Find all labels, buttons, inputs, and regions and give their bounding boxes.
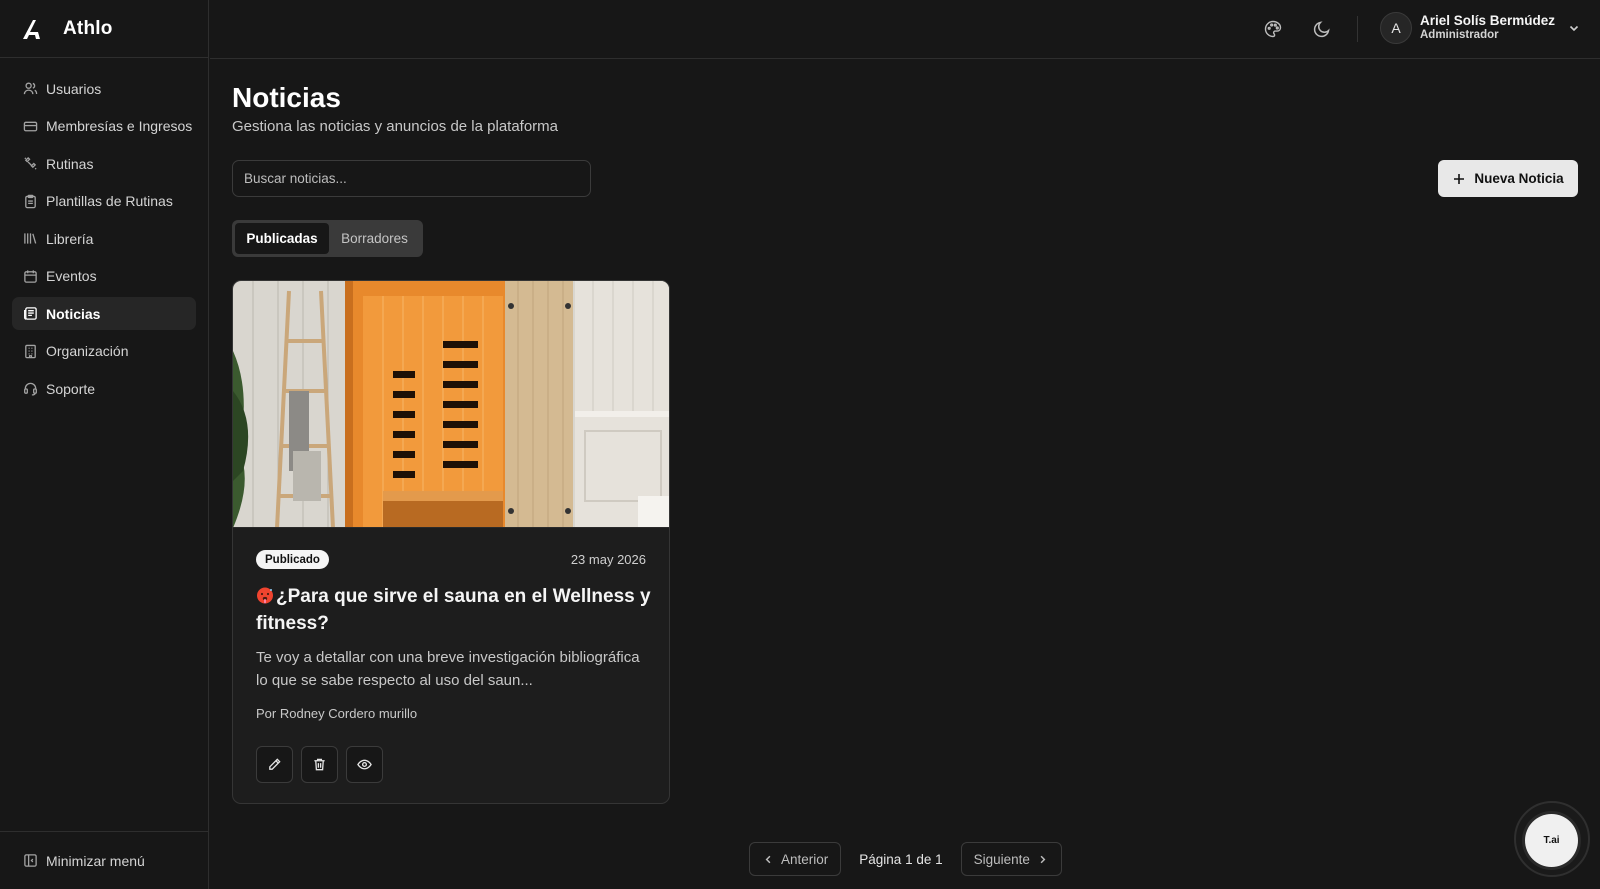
- next-page-button[interactable]: Siguiente: [960, 842, 1062, 876]
- user-menu[interactable]: A Ariel Solís Bermúdez Administrador: [1380, 12, 1581, 44]
- sidebar-item-label: Soporte: [46, 380, 96, 397]
- chevron-down-icon: [1569, 25, 1579, 32]
- palette-icon[interactable]: [1263, 19, 1283, 39]
- avatar: A: [1380, 12, 1412, 44]
- users-icon: [23, 82, 38, 95]
- prev-page-label: Anterior: [781, 851, 829, 867]
- header-divider: [1357, 16, 1358, 42]
- sidebar-item-label: Eventos: [46, 268, 97, 284]
- sidebar-item-label: Membresías e Ingresos: [46, 118, 193, 134]
- sidebar-item-label: Organización: [46, 343, 129, 359]
- pencil-icon: [269, 758, 281, 770]
- sidebar-item-libreria[interactable]: Librería: [12, 222, 196, 255]
- next-page-label: Siguiente: [973, 851, 1030, 867]
- user-info: Ariel Solís Bermúdez Administrador: [1420, 13, 1555, 43]
- user-name: Ariel Solís Bermúdez: [1420, 13, 1556, 28]
- view-button[interactable]: [346, 746, 383, 783]
- topbar: A Ariel Solís Bermúdez Administrador: [210, 0, 1600, 59]
- sauna-photo: [233, 281, 669, 527]
- sidebar-item-label: Rutinas: [46, 155, 94, 172]
- search-input[interactable]: [232, 160, 591, 197]
- calendar-icon: [24, 269, 37, 283]
- prev-page-button[interactable]: Anterior: [749, 842, 842, 876]
- sidebar-item-soporte[interactable]: Soporte: [12, 372, 196, 405]
- page-subtitle: Gestiona las noticias y anuncios de la p…: [232, 118, 559, 135]
- news-excerpt: Te voy a detallar con una breve investig…: [256, 649, 640, 689]
- chevron-left-icon: [765, 855, 771, 863]
- new-news-label: Nueva Noticia: [1474, 171, 1564, 186]
- status-badge: Publicado: [256, 550, 329, 569]
- sidebar-item-membresias[interactable]: Membresías e Ingresos: [12, 110, 196, 143]
- sidebar-item-eventos[interactable]: Eventos: [12, 260, 196, 293]
- brand[interactable]: Athlo: [0, 0, 208, 58]
- sidebar-item-organizacion[interactable]: Organización: [12, 335, 196, 368]
- pagination: Anterior Página 1 de 1 Siguiente: [749, 842, 1062, 876]
- sidebar-nav: Usuarios Membresías e Ingresos Rutinas P…: [0, 58, 208, 405]
- sidebar-item-usuarios[interactable]: Usuarios: [12, 72, 196, 105]
- page-indicator: Página 1 de 1: [859, 851, 943, 867]
- library-icon: [24, 233, 37, 244]
- moon-icon[interactable]: [1312, 19, 1332, 39]
- page-title: Noticias: [232, 82, 341, 113]
- sidebar-item-rutinas[interactable]: Rutinas: [12, 147, 196, 180]
- news-date: 23 may 2026: [570, 552, 646, 567]
- dumbbell-icon: [24, 156, 37, 170]
- panel-left-icon: [24, 854, 37, 867]
- eye-icon: [357, 759, 372, 770]
- sidebar-item-label: Usuarios: [46, 80, 102, 97]
- newspaper-icon: [24, 307, 37, 320]
- trash-icon: [314, 758, 325, 771]
- plus-icon: [1454, 173, 1465, 184]
- news-card[interactable]: Publicado 23 may 2026 ¿Para que sirve el…: [232, 280, 670, 804]
- news-author: Por Rodney Cordero murillo: [256, 706, 418, 721]
- sidebar-item-label: Plantillas de Rutinas: [46, 193, 173, 209]
- delete-button[interactable]: [301, 746, 338, 783]
- tab-borradores[interactable]: Borradores: [329, 223, 420, 254]
- edit-button[interactable]: [256, 746, 293, 783]
- minimize-menu-label: Minimizar menú: [46, 852, 145, 869]
- assistant-button[interactable]: T.ai: [1525, 814, 1578, 867]
- status-tabs: Publicadas Borradores: [232, 220, 423, 257]
- hot-face-emoji-icon: [257, 587, 273, 604]
- news-actions: [256, 746, 383, 783]
- chevron-right-icon: [1040, 855, 1046, 863]
- sidebar-item-plantillas[interactable]: Plantillas de Rutinas: [12, 185, 196, 218]
- news-title-text: ¿Para que sirve el sauna en el Wellness …: [256, 586, 651, 634]
- sidebar-item-label: Librería: [46, 230, 94, 247]
- sidebar-item-noticias[interactable]: Noticias: [12, 297, 196, 330]
- minimize-menu-button[interactable]: Minimizar menú: [0, 831, 208, 889]
- credit-card-icon: [23, 121, 38, 131]
- app-name: Athlo: [63, 17, 113, 39]
- tab-publicadas[interactable]: Publicadas: [235, 223, 329, 254]
- sidebar: Athlo Usuarios Membresías e Ingresos Rut…: [0, 0, 209, 889]
- sidebar-item-label: Noticias: [46, 305, 101, 322]
- news-card-image: [233, 281, 669, 528]
- user-role: Administrador: [1420, 29, 1499, 41]
- new-news-button[interactable]: Nueva Noticia: [1438, 160, 1578, 197]
- clipboard-icon: [25, 194, 36, 208]
- athlo-logo-icon: [23, 19, 40, 39]
- headset-icon: [24, 382, 37, 396]
- news-title[interactable]: ¿Para que sirve el sauna en el Wellness …: [256, 583, 651, 637]
- building-icon: [25, 344, 36, 358]
